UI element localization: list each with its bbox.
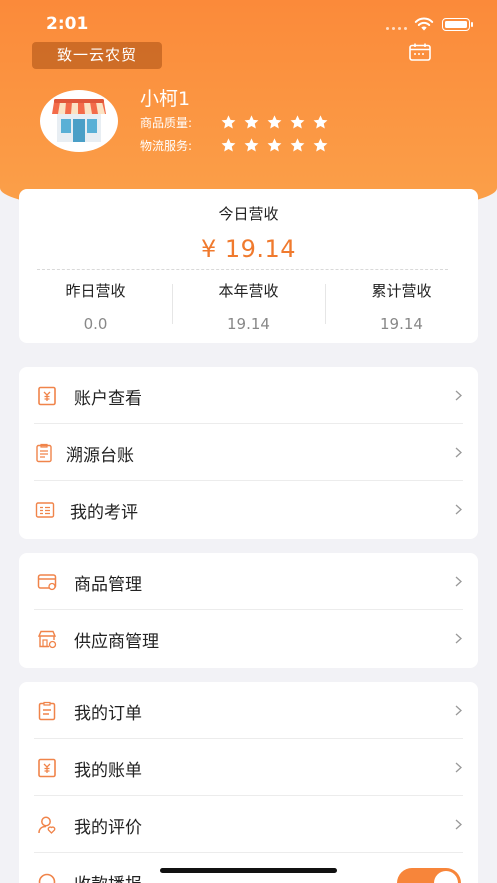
home-indicator[interactable] [160,868,337,873]
chevron-right-icon [455,504,462,515]
chevron-right-icon [455,705,462,716]
dashed-divider [37,269,448,270]
star-icon [221,137,236,151]
status-time: 2:01 [46,14,89,34]
stat-value: 19.14 [380,315,423,333]
revenue-card: 今日营收 ¥ 19.14 昨日营收 0.0 本年营收 19.14 累计营收 19… [19,189,478,343]
menu-group-mine: 我的订单 我的账单 我的评价 收款播报 [19,682,478,883]
star-icon [313,137,328,151]
menu-item-label: 账户查看 [74,389,142,409]
star-icon [267,114,282,128]
star-icon [290,137,305,151]
app-badge[interactable]: 致一云农贸 [32,42,162,69]
bill-ledger-icon [38,758,56,778]
chevron-right-icon [455,447,462,458]
today-revenue-amount: ¥ 19.14 [200,235,297,263]
star-icon [244,137,259,151]
chevron-right-icon [455,633,462,644]
stat-value: 0.0 [83,315,108,333]
today-revenue-title: 今日营收 [218,205,279,223]
trace-clipboard-icon [36,443,52,463]
account-ledger-icon [38,386,56,406]
calendar-icon[interactable] [409,43,431,61]
revenue-stat-year: 本年营收 19.14 [172,280,325,333]
supplier-store-icon [37,630,57,649]
star-icon [244,114,259,128]
stat-label: 昨日营收 [65,282,126,300]
menu-item-label: 供应商管理 [74,632,159,652]
revenue-stats: 昨日营收 0.0 本年营收 19.14 累计营收 19.14 [19,280,478,333]
revenue-stat-yesterday: 昨日营收 0.0 [19,280,172,333]
wifi-icon [414,17,434,31]
signal-dots-icon [386,27,407,30]
evaluation-card-icon [35,502,55,518]
goods-card-icon [37,574,57,591]
status-bar: 2:01 [0,0,497,44]
chevron-right-icon [455,576,462,587]
menu-group-account: 账户查看 溯源台账 我的考评 [19,367,478,539]
rating-row-quality: 商品质量: [140,113,329,131]
star-icon [290,114,305,128]
store-avatar[interactable] [40,90,118,152]
menu-item-my-evaluation[interactable]: 我的考评 [19,481,478,538]
star-rating [220,114,329,131]
menu-item-label: 我的订单 [74,704,142,724]
storefront-icon [52,99,106,142]
star-icon [267,137,282,151]
menu-item-my-orders[interactable]: 我的订单 [19,682,478,739]
star-icon [221,114,236,128]
menu-item-goods-management[interactable]: 商品管理 [19,553,478,610]
payment-broadcast-toggle[interactable] [397,868,461,883]
menu-item-label: 收款播报 [74,870,142,883]
star-rating [220,137,329,154]
menu-item-label: 溯源台账 [66,446,134,466]
menu-item-supplier-management[interactable]: 供应商管理 [19,610,478,667]
order-clipboard-icon [38,701,56,721]
rating-row-logistics: 物流服务: [140,136,329,154]
menu-group-management: 商品管理 供应商管理 [19,553,478,668]
revenue-stat-total: 累计营收 19.14 [325,280,478,333]
stat-label: 本年营收 [218,282,279,300]
menu-item-label: 商品管理 [74,575,142,595]
menu-item-label: 我的账单 [74,761,142,781]
store-name: 小柯1 [140,88,191,110]
menu-item-my-reviews[interactable]: 我的评价 [19,796,478,853]
review-user-icon [38,816,56,834]
chevron-right-icon [455,390,462,401]
chevron-right-icon [455,762,462,773]
stat-label: 累计营收 [371,282,432,300]
rating-label: 物流服务: [140,138,193,153]
menu-item-account-view[interactable]: 账户查看 [19,367,478,424]
stat-value: 19.14 [227,315,270,333]
broadcast-icon [38,873,56,883]
star-icon [313,114,328,128]
menu-item-label: 我的评价 [74,818,142,838]
rating-label: 商品质量: [140,115,193,130]
menu-item-label: 我的考评 [70,503,138,523]
chevron-right-icon [455,819,462,830]
menu-item-my-bills[interactable]: 我的账单 [19,739,478,796]
battery-icon [442,18,473,31]
menu-item-trace-ledger[interactable]: 溯源台账 [19,424,478,481]
